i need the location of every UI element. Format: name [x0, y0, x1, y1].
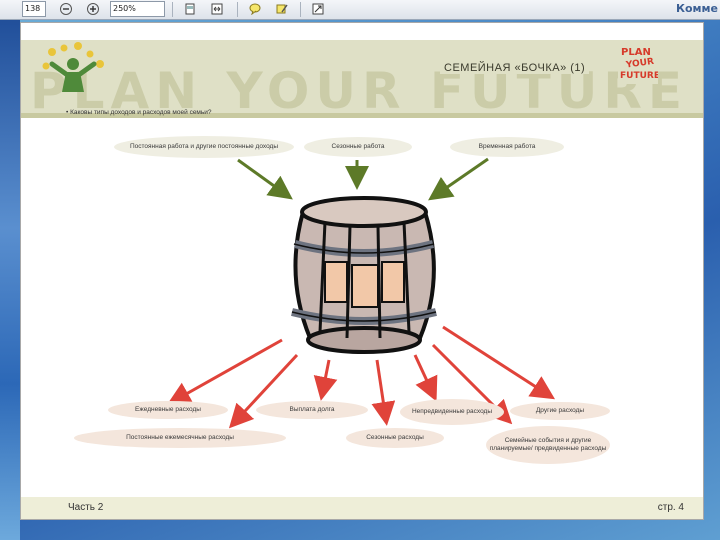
- zoom-in-icon[interactable]: [86, 2, 100, 16]
- fit-width-icon[interactable]: [210, 2, 224, 16]
- zoom-level-select[interactable]: 250%: [110, 1, 165, 17]
- page-border: [20, 22, 704, 520]
- fit-page-icon[interactable]: [183, 2, 197, 16]
- comment-icon[interactable]: [248, 2, 262, 16]
- viewer-toolbar: 138 250% Комме: [0, 0, 720, 20]
- zoom-out-icon[interactable]: [59, 2, 73, 16]
- highlight-icon[interactable]: [275, 2, 289, 16]
- expand-icon[interactable]: [311, 2, 325, 16]
- document-page: PLAN YOUR FUTURE СЕМЕЙНАЯ «БОЧКА» (1) PL…: [20, 22, 704, 520]
- page-number-field[interactable]: 138: [22, 1, 46, 17]
- slide-left-stripe: [0, 20, 20, 540]
- comment-panel-label[interactable]: Комме: [676, 2, 718, 15]
